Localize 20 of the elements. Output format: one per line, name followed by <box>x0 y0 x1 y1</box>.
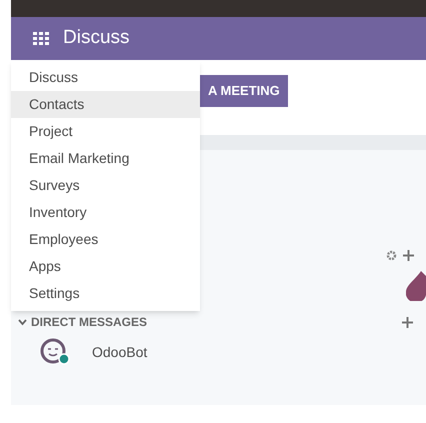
add-icon[interactable] <box>403 250 414 261</box>
contact-name[interactable]: OdooBot <box>92 342 148 362</box>
menu-item[interactable]: Discuss <box>11 64 200 91</box>
menu-item[interactable]: Employees <box>11 226 200 253</box>
menu-item[interactable]: Settings <box>11 280 200 307</box>
menu-item[interactable]: Inventory <box>11 199 200 226</box>
menu-item[interactable]: Project <box>11 118 200 145</box>
robot-face-avatar-icon <box>39 338 71 366</box>
drop-avatar-icon <box>406 271 426 301</box>
menu-item[interactable]: Contacts <box>11 91 200 118</box>
menu-item[interactable]: Apps <box>11 253 200 280</box>
section-header[interactable]: DIRECT MESSAGES <box>31 313 148 331</box>
chevron-down-icon[interactable] <box>18 318 27 326</box>
menu-item[interactable]: Surveys <box>11 172 200 199</box>
settings-icon[interactable] <box>386 250 397 261</box>
app-title: Discuss <box>63 26 130 50</box>
add-icon[interactable] <box>402 316 413 328</box>
menu-item[interactable]: Email Marketing <box>11 145 200 172</box>
apps-menu-icon[interactable] <box>33 32 49 45</box>
start-meeting-button[interactable]: A MEETING <box>200 75 288 107</box>
